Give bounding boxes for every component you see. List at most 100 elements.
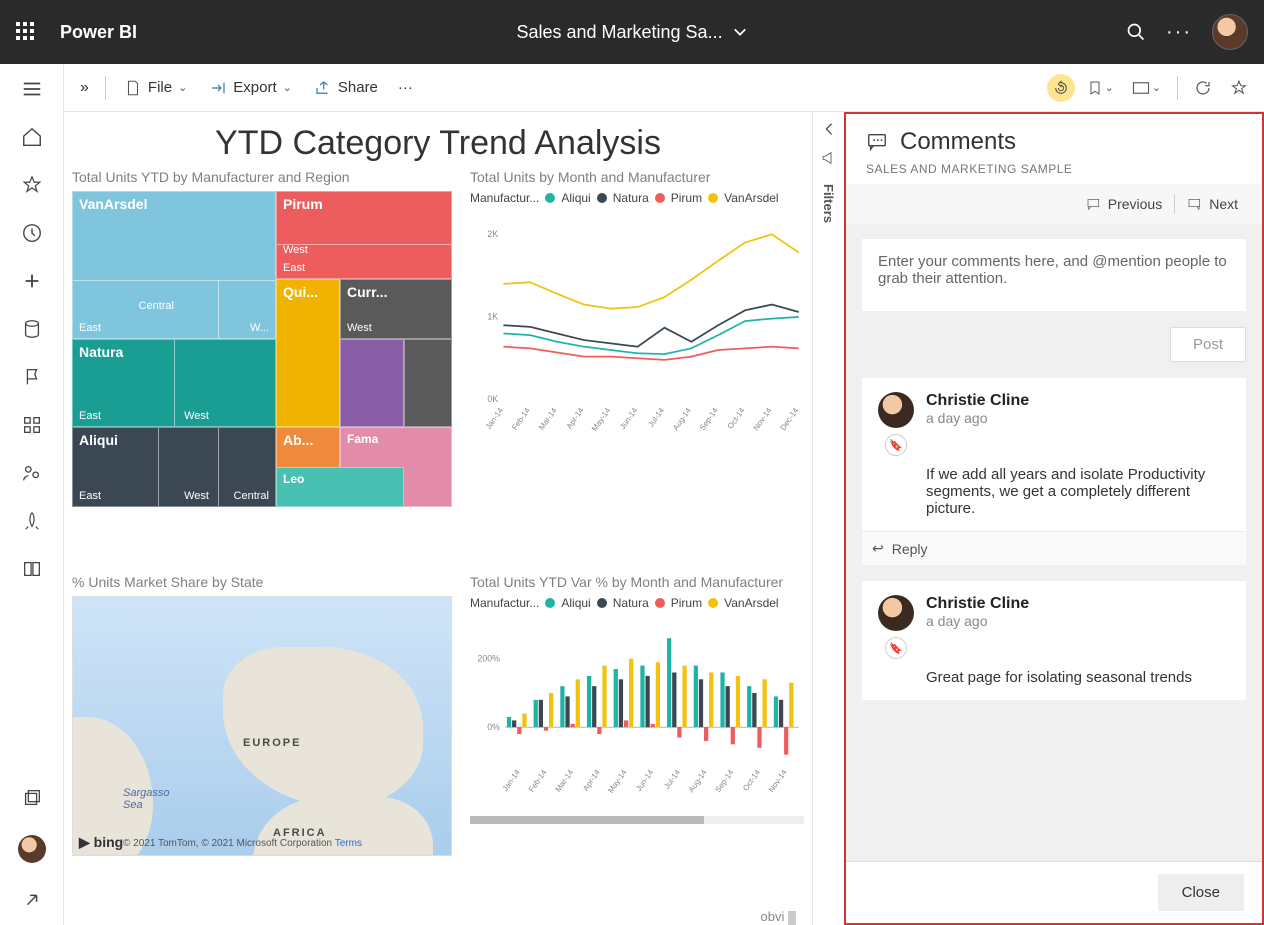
recent-icon[interactable] — [21, 222, 43, 244]
svg-text:Feb-14: Feb-14 — [510, 406, 532, 432]
svg-text:Sep-14: Sep-14 — [698, 406, 720, 433]
comment-author: Christie Cline — [926, 392, 1029, 410]
svg-text:200%: 200% — [477, 654, 500, 664]
svg-text:Jul-14: Jul-14 — [646, 406, 666, 429]
export-menu[interactable]: Export ⌄ — [201, 75, 300, 101]
learn-icon[interactable] — [21, 558, 43, 580]
treemap-visual[interactable]: Total Units YTD by Manufacturer and Regi… — [72, 169, 452, 556]
deployment-icon[interactable] — [21, 510, 43, 532]
favorite-button[interactable] — [1224, 75, 1254, 101]
comment-author: Christie Cline — [926, 595, 1029, 613]
export-label: Export — [233, 79, 276, 96]
avatar — [878, 595, 914, 631]
svg-text:Sep-14: Sep-14 — [713, 768, 735, 795]
page-title: YTD Category Trend Analysis — [72, 124, 804, 163]
home-icon[interactable] — [21, 126, 43, 148]
shared-icon[interactable] — [21, 462, 43, 484]
global-header: Power BI Sales and Marketing Sa... ··· — [0, 0, 1264, 64]
line-title: Total Units by Month and Manufacturer — [470, 169, 804, 185]
comment-time: a day ago — [926, 613, 1029, 629]
svg-text:Nov-14: Nov-14 — [752, 406, 774, 433]
search-icon[interactable] — [1126, 22, 1146, 42]
more-icon[interactable]: ··· — [1166, 21, 1192, 44]
apps-icon[interactable] — [21, 414, 43, 436]
svg-text:Jun-14: Jun-14 — [634, 768, 656, 793]
goals-icon[interactable] — [21, 366, 43, 388]
svg-text:Nov-14: Nov-14 — [767, 768, 789, 795]
expand-nav-icon[interactable]: » — [74, 75, 95, 101]
refresh-button[interactable] — [1188, 75, 1218, 101]
svg-text:Jul-14: Jul-14 — [662, 768, 682, 791]
share-icon — [314, 79, 332, 97]
line-legend: Manufactur... Aliqui Natura Pirum VanArs… — [470, 191, 804, 205]
megaphone-icon[interactable] — [821, 150, 837, 166]
chevron-down-icon: ⌄ — [283, 81, 292, 94]
export-icon — [209, 79, 227, 97]
comment-time: a day ago — [926, 410, 1029, 426]
file-menu[interactable]: File ⌄ — [116, 75, 195, 101]
share-label: Share — [338, 79, 378, 96]
user-avatar[interactable] — [1212, 14, 1248, 50]
share-button[interactable]: Share — [306, 75, 386, 101]
comments-title: Comments — [900, 128, 1016, 156]
svg-text:2K: 2K — [487, 229, 498, 239]
bookmark-badge-icon[interactable]: 🔖 — [885, 434, 907, 456]
svg-text:Jan-14: Jan-14 — [501, 768, 523, 793]
comments-pane: Comments SALES AND MARKETING SAMPLE Prev… — [844, 112, 1264, 925]
favorite-icon[interactable] — [21, 174, 43, 196]
previous-button[interactable]: Previous — [1082, 194, 1166, 214]
svg-text:Dec-14: Dec-14 — [778, 406, 800, 433]
bar-scrollbar[interactable] — [470, 816, 804, 824]
comment-text: Great page for isolating seasonal trends — [878, 659, 1230, 700]
workspaces-icon[interactable] — [21, 787, 43, 809]
next-button[interactable]: Next — [1183, 194, 1242, 214]
svg-text:Aug-14: Aug-14 — [671, 406, 693, 433]
nav-rail — [0, 64, 64, 925]
map-visual[interactable]: % Units Market Share by State EUROPE AFR… — [72, 574, 452, 905]
bookmark-button[interactable]: ⌄ — [1081, 76, 1120, 100]
expand-icon[interactable] — [21, 889, 43, 911]
action-toolbar: » File ⌄ Export ⌄ Share ··· ⌄ ⌄ — [64, 64, 1264, 112]
workspace-title[interactable]: Sales and Marketing Sa... — [516, 22, 722, 43]
post-button[interactable]: Post — [1170, 327, 1246, 362]
svg-text:Feb-14: Feb-14 — [527, 768, 549, 794]
view-button[interactable]: ⌄ — [1126, 77, 1167, 99]
reset-button[interactable] — [1047, 74, 1075, 102]
report-canvas: YTD Category Trend Analysis Total Units … — [64, 112, 812, 925]
svg-text:0K: 0K — [487, 394, 498, 404]
map-attribution: © 2021 TomTom, © 2021 Microsoft Corporat… — [123, 838, 362, 849]
comment-text: If we add all years and isolate Producti… — [878, 456, 1230, 531]
bar-title: Total Units YTD Var % by Month and Manuf… — [470, 574, 804, 590]
svg-text:Apr-14: Apr-14 — [565, 406, 586, 431]
menu-icon[interactable] — [21, 78, 43, 100]
close-button[interactable]: Close — [1158, 874, 1244, 911]
bookmark-badge-icon[interactable]: 🔖 — [885, 637, 907, 659]
svg-text:Aug-14: Aug-14 — [687, 768, 709, 795]
reply-button[interactable]: ↩Reply — [862, 531, 1246, 565]
bar-legend: Manufactur... Aliqui Natura Pirum VanArs… — [470, 596, 804, 610]
chevron-down-icon[interactable] — [733, 25, 747, 39]
create-icon[interactable] — [21, 270, 43, 292]
collapse-icon[interactable] — [822, 122, 836, 136]
comment-input[interactable]: Enter your comments here, and @mention p… — [862, 239, 1246, 311]
datasets-icon[interactable] — [21, 318, 43, 340]
app-launcher-icon[interactable] — [16, 22, 36, 42]
comment-icon — [866, 131, 888, 153]
bar-chart-visual[interactable]: Total Units YTD Var % by Month and Manuf… — [470, 574, 804, 905]
svg-text:Jun-14: Jun-14 — [618, 406, 640, 431]
more-toolbar-icon[interactable]: ··· — [392, 75, 419, 100]
svg-text:0%: 0% — [487, 722, 500, 732]
bing-logo: ▶ bing — [79, 834, 123, 851]
terms-link[interactable]: Terms — [335, 838, 362, 849]
svg-text:Mar-14: Mar-14 — [554, 768, 576, 794]
line-chart-visual[interactable]: Total Units by Month and Manufacturer Ma… — [470, 169, 804, 556]
footer-tag: obvi — [72, 905, 804, 925]
filters-pane[interactable]: Filters — [812, 112, 844, 925]
treemap-title: Total Units YTD by Manufacturer and Regi… — [72, 169, 452, 185]
svg-text:Oct-14: Oct-14 — [741, 768, 762, 793]
workspace-avatar[interactable] — [18, 835, 46, 863]
svg-text:May-14: May-14 — [590, 406, 613, 433]
comment-card: 🔖 Christie Cline a day ago If we add all… — [862, 378, 1246, 565]
map-title: % Units Market Share by State — [72, 574, 452, 590]
comments-subtitle: SALES AND MARKETING SAMPLE — [866, 162, 1242, 176]
